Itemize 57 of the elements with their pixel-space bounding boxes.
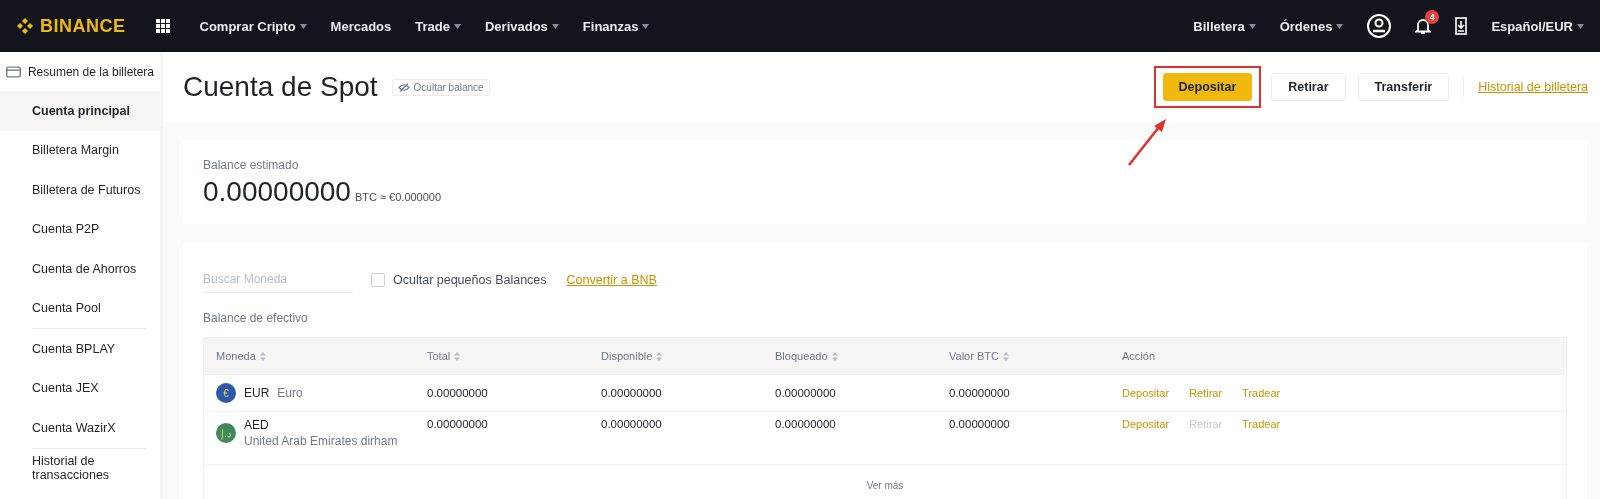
hide-balance-button[interactable]: Ocultar balance bbox=[391, 78, 490, 96]
sort-icon[interactable] bbox=[831, 351, 838, 361]
deposit-button[interactable]: Depositar bbox=[1162, 73, 1253, 101]
balance-amount: 0.00000000 bbox=[203, 176, 351, 208]
table-cell-text: 0.00000000 bbox=[601, 387, 663, 399]
table-cell-text: 0.00000000 bbox=[427, 387, 489, 399]
sort-icon[interactable] bbox=[656, 351, 663, 361]
bell-icon[interactable] bbox=[1415, 17, 1432, 35]
balance-unit: BTC ≈ €0.000000 bbox=[354, 191, 442, 203]
column-header[interactable]: Disponible bbox=[601, 350, 653, 362]
page-title: Cuenta de Spot bbox=[183, 71, 378, 103]
column-header[interactable]: Bloqueado bbox=[775, 350, 828, 362]
table-cell-text: 0.00000000 bbox=[949, 418, 1011, 430]
logo-icon bbox=[16, 17, 34, 35]
nav-link[interactable]: Derivados bbox=[484, 18, 559, 34]
coin-icon: د.إ bbox=[216, 423, 236, 443]
column-header[interactable]: Total bbox=[427, 350, 451, 362]
action-button[interactable]: Retirar bbox=[1271, 73, 1346, 101]
coin-symbol: AED bbox=[244, 418, 270, 432]
sidebar-header[interactable]: Resumen de la billetera bbox=[0, 52, 160, 91]
coin-name: United Arab Emirates dirham bbox=[244, 434, 398, 448]
sort-icon[interactable] bbox=[454, 351, 461, 361]
checkbox[interactable] bbox=[371, 272, 385, 287]
section-title: Balance de efectivo bbox=[203, 311, 309, 325]
download-icon[interactable] bbox=[1455, 17, 1468, 35]
logo[interactable]: BINANCE bbox=[16, 15, 126, 37]
table-cell-text: 0.00000000 bbox=[427, 418, 489, 430]
nav-link[interactable]: Billetera bbox=[1193, 18, 1256, 34]
column-header: Acción bbox=[1122, 350, 1156, 362]
notification-badge: 4 bbox=[1425, 10, 1440, 24]
nav-link[interactable]: Mercados bbox=[330, 18, 392, 34]
table-cell-text: 0.00000000 bbox=[949, 387, 1011, 399]
table-cell-text: 0.00000000 bbox=[775, 418, 837, 430]
action-button[interactable]: Transferir bbox=[1357, 73, 1450, 101]
coin-icon: € bbox=[216, 383, 236, 403]
coin-symbol: EUR bbox=[244, 386, 270, 400]
caret-icon bbox=[1577, 23, 1584, 29]
column-header[interactable]: Moneda bbox=[216, 350, 256, 362]
sidebar-item[interactable]: Cuenta principal bbox=[0, 91, 160, 131]
sort-icon[interactable] bbox=[1002, 351, 1009, 361]
show-more-link[interactable]: Ver más bbox=[866, 480, 904, 491]
nav-link[interactable]: Trade bbox=[415, 18, 461, 34]
eye-off-icon bbox=[397, 82, 410, 92]
user-icon[interactable] bbox=[1367, 14, 1392, 38]
apps-grid-icon[interactable] bbox=[155, 19, 170, 33]
coin-name: Euro bbox=[277, 386, 303, 400]
nav-link[interactable]: Finanzas bbox=[582, 18, 650, 34]
language-selector[interactable]: Español/EUR bbox=[1491, 18, 1584, 34]
table-cell-text: 0.00000000 bbox=[775, 387, 837, 399]
nav-link[interactable]: Órdenes bbox=[1279, 18, 1344, 34]
sort-icon[interactable] bbox=[259, 351, 266, 361]
wallet-icon bbox=[6, 65, 21, 78]
column-header[interactable]: Valor BTC bbox=[949, 350, 999, 362]
balance-label: Balance estimado bbox=[203, 158, 300, 172]
table-cell-text: 0.00000000 bbox=[601, 418, 663, 430]
nav-link[interactable]: Comprar Cripto bbox=[199, 18, 307, 34]
checkbox-label: Ocultar pequeños Balances bbox=[393, 272, 547, 287]
